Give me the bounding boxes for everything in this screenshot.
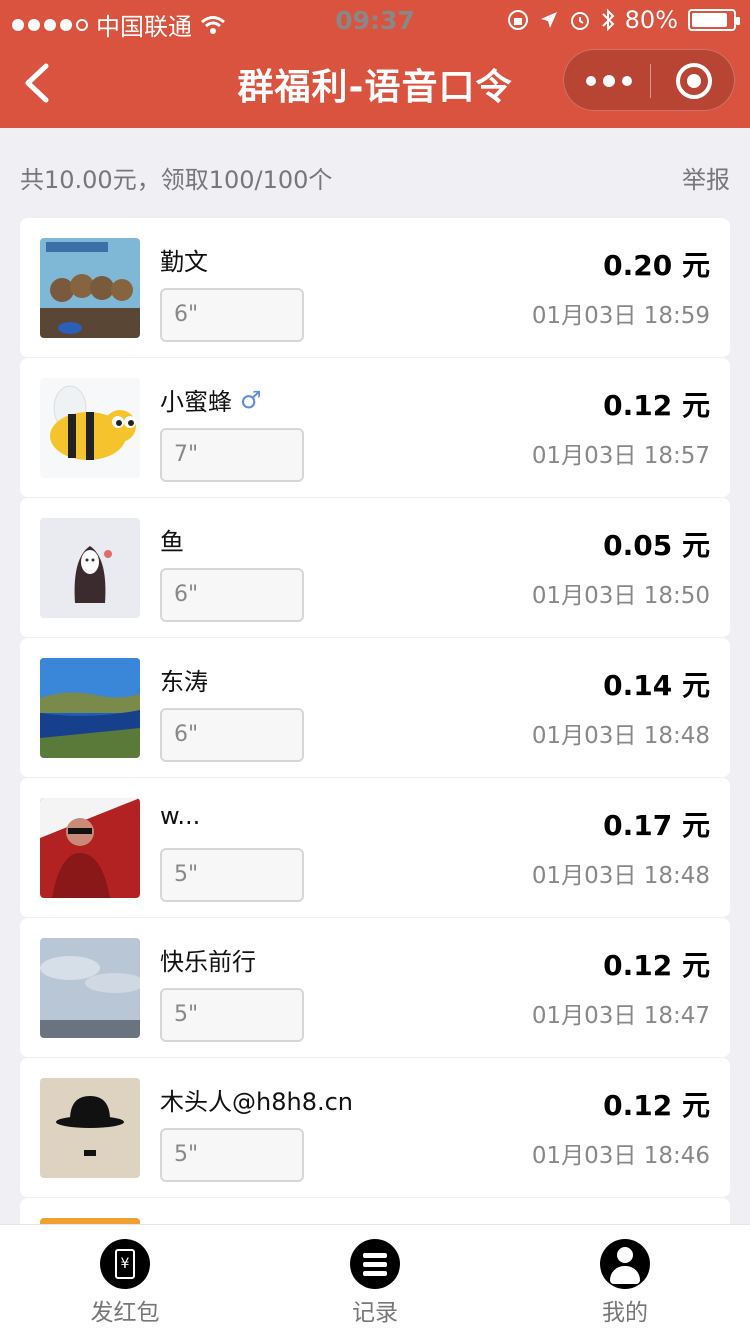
user-name: 鱼 (160, 528, 184, 556)
user-name: w... (160, 802, 201, 830)
amount: 0.05 元 (603, 529, 710, 562)
user-name: 木头人@h8h8.cn (160, 1088, 353, 1116)
amount: 0.20 元 (603, 249, 710, 282)
river-landscape-icon (40, 658, 140, 758)
bowler-hat-icon (40, 1078, 140, 1178)
record-card: 勤文 6" 0.20 元 01月03日 18:59 (20, 218, 730, 358)
record-list: 勤文 6" 0.20 元 01月03日 18:59 小蜜蜂 ♂ 7" 0.12 元… (20, 218, 730, 1238)
claim-time: 01月03日 18:50 (531, 583, 710, 609)
claim-time: 01月03日 18:46 (531, 1143, 710, 1169)
avatar (40, 1078, 140, 1178)
report-link[interactable]: 举报 (682, 160, 730, 195)
claim-time: 01月03日 18:48 (531, 723, 710, 749)
battery-icon (688, 9, 740, 31)
tab-label: 发红包 (90, 1300, 160, 1326)
claim-time: 01月03日 18:47 (531, 1003, 710, 1029)
record-card: 小蜜蜂 ♂ 7" 0.12 元 01月03日 18:57 (20, 358, 730, 498)
status-bar: 中国联通 09:37 80% (0, 0, 750, 41)
close-target-icon[interactable] (676, 63, 712, 99)
voice-message-button[interactable]: 7" (160, 428, 304, 482)
user-icon (600, 1239, 650, 1289)
man-red-background-icon (40, 798, 140, 898)
tab-label: 我的 (602, 1300, 648, 1326)
tab-send-hongbao[interactable]: ¥ 发红包 (0, 1225, 250, 1334)
no-face-figure-icon (40, 518, 140, 618)
mini-program-capsule (563, 49, 735, 111)
status-right: 80% (507, 6, 740, 34)
voice-message-button[interactable]: 5" (160, 1128, 304, 1182)
avatar (40, 518, 140, 618)
voice-message-button[interactable]: 6" (160, 568, 304, 622)
amount: 0.14 元 (603, 669, 710, 702)
summary-text: 共10.00元，领取100/100个 (20, 166, 333, 194)
male-icon: ♂ (240, 385, 262, 414)
rotation-lock-icon (507, 10, 528, 30)
voice-message-button[interactable]: 5" (160, 988, 304, 1042)
claim-time: 01月03日 18:57 (531, 443, 710, 469)
hongbao-icon: ¥ (100, 1239, 150, 1289)
tab-mine[interactable]: 我的 (500, 1225, 750, 1334)
amount: 0.12 元 (603, 949, 710, 982)
header-bar: 中国联通 09:37 80% 群福利-语音口令 (0, 0, 750, 128)
record-card: w... 5" 0.17 元 01月03日 18:48 (20, 778, 730, 918)
bluetooth-icon (601, 8, 615, 32)
more-dots-icon[interactable] (586, 68, 632, 94)
voice-message-button[interactable]: 6" (160, 288, 304, 342)
claim-time: 01月03日 18:59 (531, 303, 710, 329)
location-icon (540, 12, 557, 28)
amount: 0.12 元 (603, 389, 710, 422)
sky-sea-icon (40, 938, 140, 1038)
bee-cartoon-icon (40, 378, 140, 478)
list-icon (350, 1239, 400, 1289)
tab-bar: ¥ 发红包 记录 我的 (0, 1224, 750, 1334)
voice-message-button[interactable]: 6" (160, 708, 304, 762)
avatar (40, 798, 140, 898)
avatar (40, 238, 140, 338)
amount: 0.12 元 (603, 1089, 710, 1122)
tab-records[interactable]: 记录 (250, 1225, 500, 1334)
otter-photo-icon (40, 238, 140, 338)
claim-time: 01月03日 18:48 (531, 863, 710, 889)
alarm-icon (570, 12, 589, 30)
avatar (40, 938, 140, 1038)
user-name: 勤文 (160, 248, 208, 276)
avatar (40, 658, 140, 758)
tab-label: 记录 (352, 1300, 398, 1326)
record-card: 快乐前行 5" 0.12 元 01月03日 18:47 (20, 918, 730, 1058)
battery-percent: 80% (624, 6, 678, 34)
record-card: 木头人@h8h8.cn 5" 0.12 元 01月03日 18:46 (20, 1058, 730, 1198)
user-name: 小蜜蜂 ♂ (160, 385, 262, 417)
amount: 0.17 元 (603, 809, 710, 842)
user-name: 快乐前行 (160, 948, 256, 976)
user-name: 东涛 (160, 668, 208, 696)
record-card: 鱼 6" 0.05 元 01月03日 18:50 (20, 498, 730, 638)
voice-message-button[interactable]: 5" (160, 848, 304, 902)
capsule-divider (650, 64, 651, 98)
record-card: 东涛 6" 0.14 元 01月03日 18:48 (20, 638, 730, 778)
avatar (40, 378, 140, 478)
